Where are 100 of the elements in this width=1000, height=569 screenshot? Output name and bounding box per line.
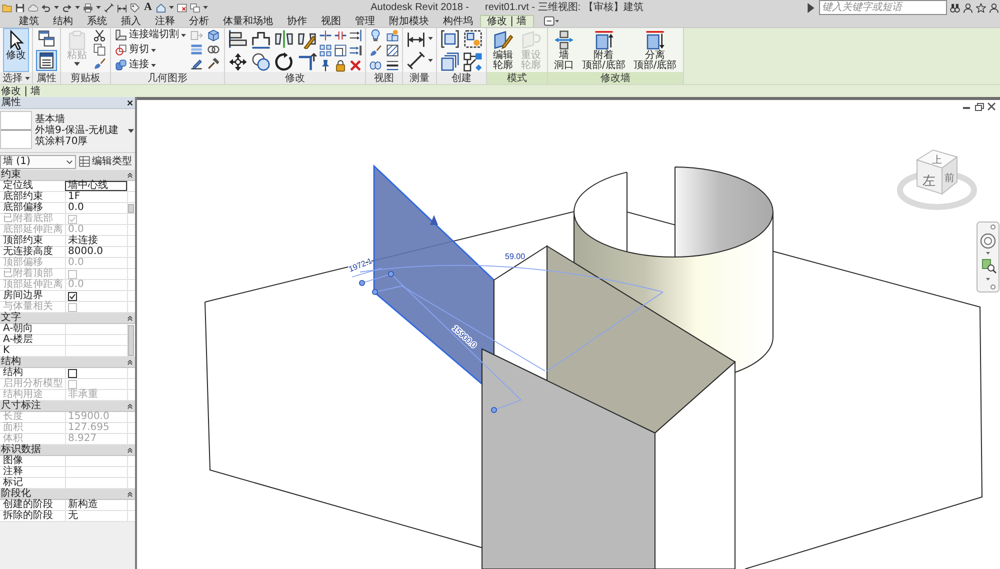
window-with-cross-icon[interactable]: [176, 2, 187, 12]
grip-handle[interactable]: [491, 407, 497, 413]
dimension-value[interactable]: 59.00: [505, 252, 526, 261]
ribbon-tab[interactable]: 视图: [314, 15, 348, 27]
grip-handle[interactable]: [372, 289, 378, 295]
steering-wheel-icon[interactable]: [980, 233, 996, 249]
blocks-icon[interactable]: [386, 29, 399, 42]
house-icon[interactable]: [156, 2, 166, 12]
instance-filter-dropdown[interactable]: 墙 (1): [0, 154, 76, 168]
caret-icon[interactable]: [75, 6, 80, 9]
pencil-and-ruler-icon[interactable]: [190, 57, 203, 70]
copy-icon[interactable]: [93, 43, 106, 56]
scaled-squares-icon[interactable]: [334, 44, 347, 57]
caret-icon[interactable]: [986, 252, 990, 254]
paintbrush-icon[interactable]: [369, 44, 382, 57]
align-lines-icon[interactable]: [228, 29, 248, 49]
caret-icon[interactable]: [96, 6, 101, 9]
property-group-header[interactable]: 约束: [0, 170, 135, 181]
close-icon[interactable]: [987, 102, 996, 111]
scissors-icon[interactable]: [93, 29, 106, 42]
ribbon-tab[interactable]: 建筑: [12, 15, 46, 27]
detach-button[interactable]: 分离 顶部/底部: [630, 28, 680, 72]
cloud-icon[interactable]: [28, 2, 38, 12]
grip-handle[interactable]: [359, 280, 365, 286]
right-triangle-icon[interactable]: [806, 2, 816, 12]
ribbon-tab[interactable]: 结构: [46, 15, 80, 27]
type-properties-button[interactable]: [36, 28, 57, 49]
star-icon[interactable]: [976, 2, 986, 12]
padlock-icon[interactable]: [334, 59, 347, 72]
ribbon-tab[interactable]: 附加模块: [382, 15, 436, 27]
ribbon-tab[interactable]: 分析: [182, 15, 216, 27]
split-gap-icon[interactable]: [334, 29, 347, 42]
text-tool-button[interactable]: A: [143, 2, 153, 13]
cube-icon[interactable]: [207, 29, 220, 42]
hatched-square-icon[interactable]: [386, 44, 399, 57]
property-group-header[interactable]: 结构: [0, 357, 135, 368]
ribbon-tab[interactable]: 注释: [148, 15, 182, 27]
up-triangle-icon[interactable]: [430, 215, 438, 225]
checkbox[interactable]: [68, 292, 77, 300]
search-field[interactable]: 键入关键字或短语: [818, 0, 947, 15]
line-weights-icon[interactable]: [386, 59, 399, 72]
caret-icon[interactable]: [986, 278, 990, 280]
caret-icon[interactable]: [428, 59, 433, 62]
ribbon-tab[interactable]: 插入: [114, 15, 148, 27]
four-way-arrows-icon[interactable]: [228, 52, 248, 72]
restore-icon[interactable]: [975, 103, 984, 111]
grouped-shapes-icon[interactable]: [463, 29, 483, 49]
mirror-axis-icon[interactable]: [274, 29, 294, 49]
edit-type-button[interactable]: 编辑类型: [79, 156, 132, 167]
ribbon-tab[interactable]: 协作: [280, 15, 314, 27]
ribbon-tab[interactable]: 系统: [80, 15, 114, 27]
person-icon[interactable]: [988, 2, 999, 12]
tiled-windows-icon[interactable]: [190, 2, 200, 12]
grid-array-icon[interactable]: [319, 44, 332, 57]
wall-opening-button[interactable]: 墙 洞口: [551, 28, 577, 72]
paintbrush-icon[interactable]: [93, 57, 106, 70]
join-button[interactable]: 连接: [114, 58, 187, 72]
caret-icon[interactable]: [54, 6, 59, 9]
split-line-icon[interactable]: [319, 29, 332, 42]
dimension-value[interactable]: 1972.1: [347, 256, 374, 274]
ribbon-tab[interactable]: 体量和场地: [216, 15, 280, 27]
cross-icon[interactable]: [349, 59, 362, 72]
circular-arrow-icon[interactable]: [274, 52, 294, 72]
pushpin-icon[interactable]: [319, 59, 332, 72]
caret-icon[interactable]: [428, 37, 433, 40]
property-group-header[interactable]: 阶段化: [0, 489, 135, 500]
properties-button[interactable]: [36, 50, 57, 71]
arrows-to-bar-icon[interactable]: [349, 44, 362, 57]
printer-icon[interactable]: [83, 2, 93, 12]
join-cut-button[interactable]: 连接端切割: [114, 28, 187, 42]
aligned-dimension-icon[interactable]: [117, 2, 127, 12]
property-value-field[interactable]: 墙中心线: [65, 181, 127, 191]
curved-left-arrow-icon[interactable]: [41, 2, 51, 12]
linked-rings-icon[interactable]: [207, 43, 220, 56]
offset-shape-icon[interactable]: [251, 29, 271, 49]
bracketed-box-icon[interactable]: [440, 29, 460, 49]
hammer-icon[interactable]: [207, 57, 220, 70]
binoculars-icon[interactable]: [950, 2, 960, 12]
circle-icon[interactable]: [990, 284, 996, 290]
person-icon[interactable]: [962, 2, 973, 12]
tag-icon[interactable]: [130, 2, 140, 12]
property-group-header[interactable]: 尺寸标注: [0, 401, 135, 412]
corner-trim-icon[interactable]: [297, 52, 317, 72]
overlapping-circles-icon[interactable]: [251, 52, 271, 72]
connected-shapes-icon[interactable]: [463, 52, 483, 72]
ribbon-tab[interactable]: 构件坞: [436, 15, 480, 27]
ribbon-tab[interactable]: 修改 | 墙: [480, 15, 534, 27]
ribbon-tab[interactable]: 管理: [348, 15, 382, 27]
property-group-header[interactable]: 标识数据: [0, 445, 135, 456]
lightbulb-icon[interactable]: [369, 29, 382, 42]
wall[interactable]: [546, 245, 736, 434]
curved-right-arrow-icon[interactable]: [62, 2, 72, 12]
arrows-to-line-icon[interactable]: [349, 29, 362, 42]
caret-icon[interactable]: [24, 76, 30, 80]
cut-button[interactable]: 剪切: [114, 43, 187, 57]
window-menu-icon[interactable]: [544, 16, 559, 26]
diagonal-ruler-icon[interactable]: [406, 51, 426, 70]
caret-icon[interactable]: [202, 6, 208, 9]
close-icon[interactable]: [127, 100, 133, 106]
attach-button[interactable]: 附着 顶部/底部: [579, 28, 628, 72]
